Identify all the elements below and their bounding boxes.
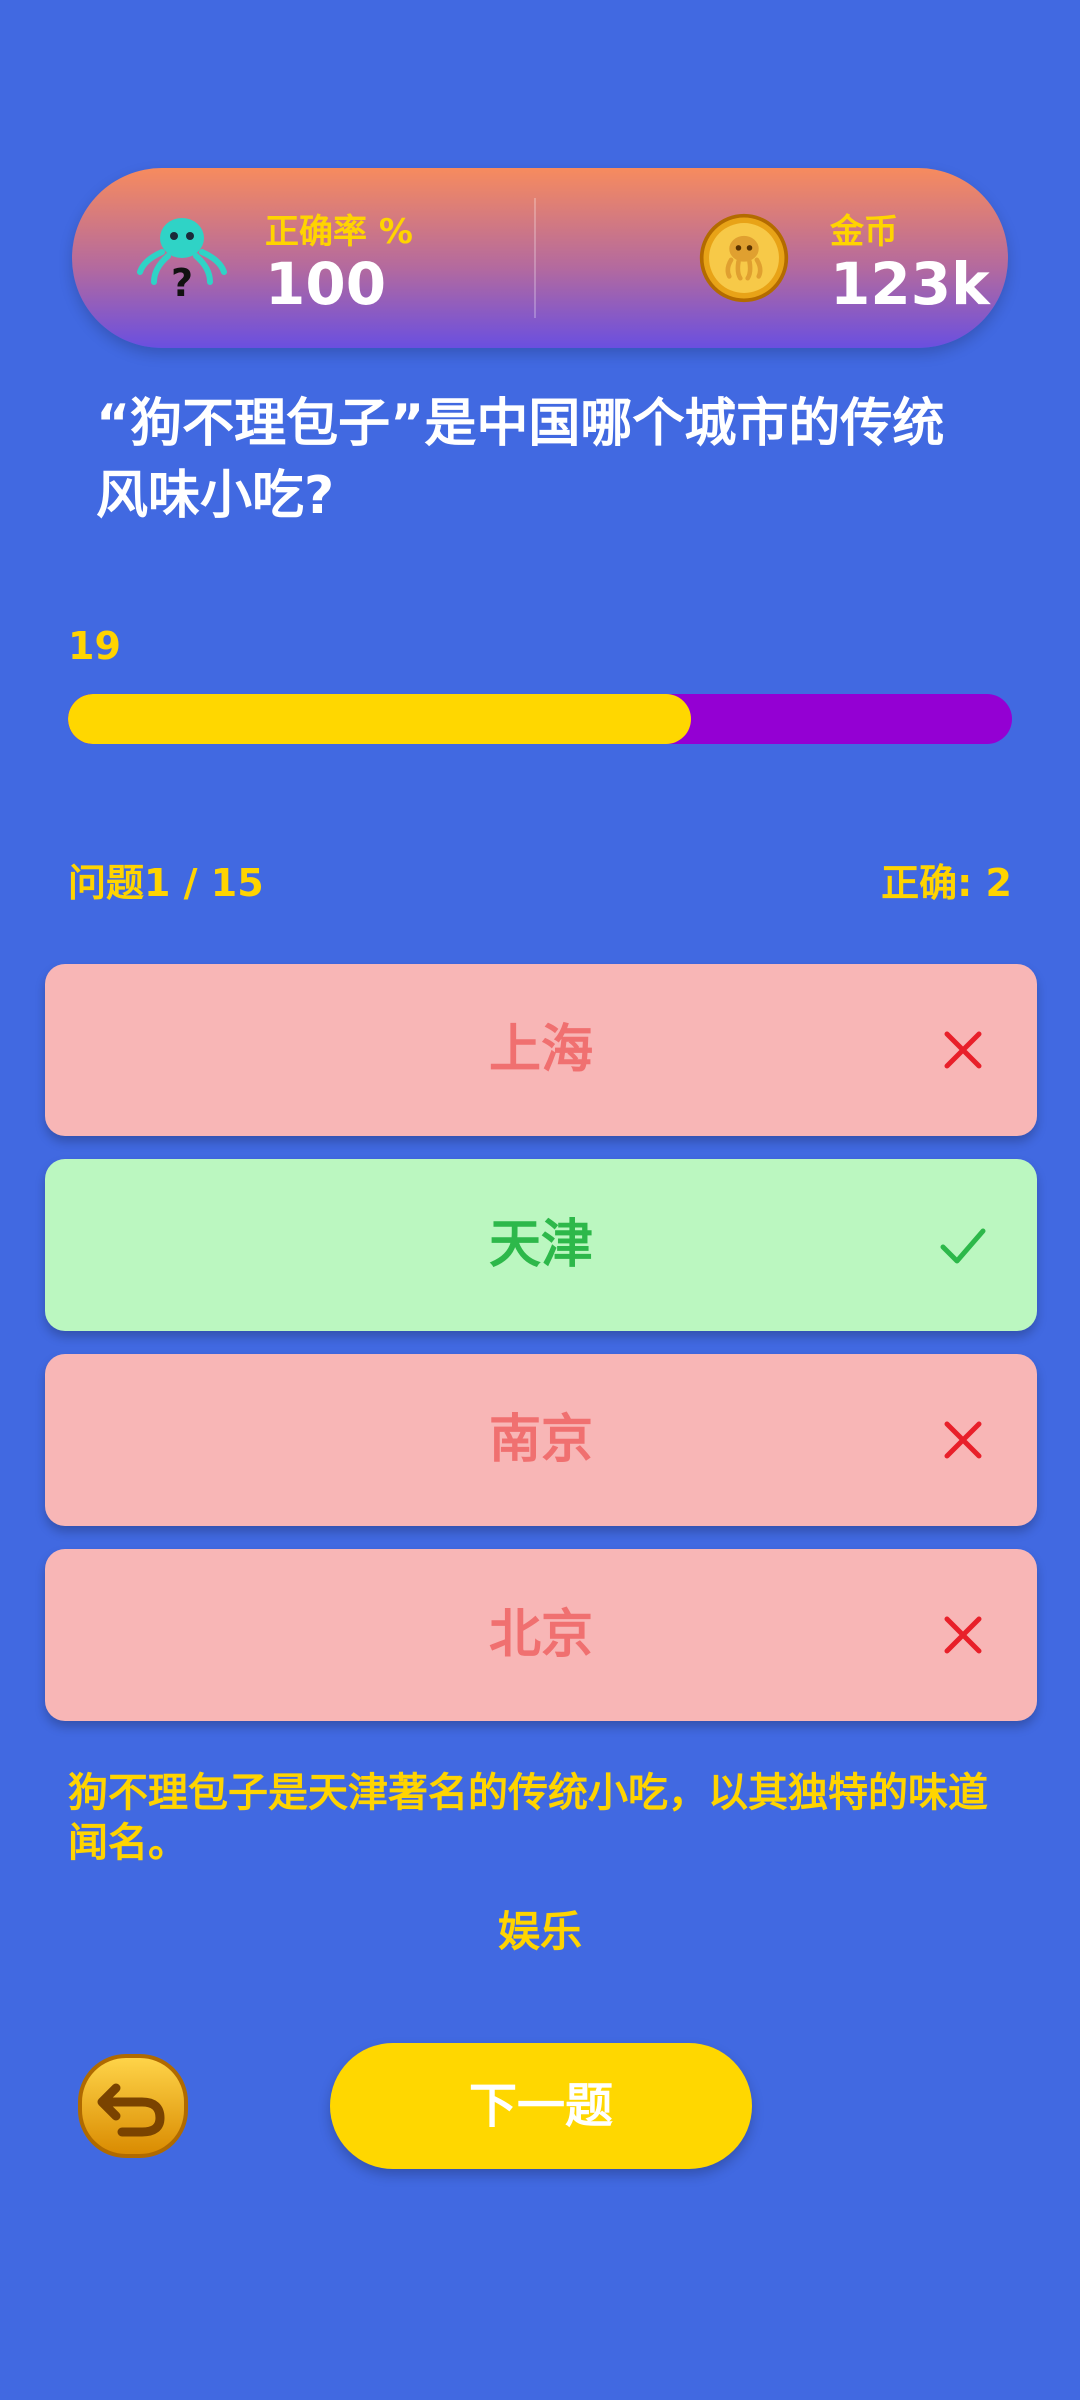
- timer-seconds: 19: [68, 624, 121, 668]
- correct-count: 正确: 2: [881, 861, 1012, 905]
- answer-label: 天津: [488, 1215, 593, 1275]
- accuracy-label: 正确率 %: [265, 212, 413, 252]
- answer-label: 上海: [488, 1020, 593, 1080]
- stats-card: ? 正确率 % 100 金币 123k: [72, 168, 1008, 348]
- cross-icon: [944, 1031, 982, 1069]
- question-progress: 问题1 / 15: [68, 861, 264, 905]
- timer-bar: [68, 694, 1012, 744]
- stats-divider: [534, 198, 536, 318]
- coins-label: 金币: [830, 212, 898, 252]
- cross-icon: [944, 1616, 982, 1654]
- coins-value: 123k: [830, 250, 990, 318]
- svg-text:?: ?: [171, 261, 193, 305]
- question-text: “狗不理包子”是中国哪个城市的传统风味小吃?: [96, 394, 945, 526]
- next-question-button[interactable]: 下一题: [330, 2043, 752, 2169]
- octopus-question-icon: ?: [137, 218, 227, 305]
- check-icon: [940, 1228, 986, 1264]
- octopus-coin-icon: [699, 213, 789, 303]
- category-label: 娱乐: [497, 1907, 582, 1956]
- answer-option-1[interactable]: 上海: [45, 964, 1037, 1136]
- back-arrow-icon[interactable]: [76, 2052, 190, 2160]
- answer-explanation: 狗不理包子是天津著名的传统小吃，以其独特的味道闻名。: [68, 1770, 988, 1866]
- timer-bar-fill: [68, 694, 692, 744]
- answer-option-3[interactable]: 南京: [45, 1354, 1037, 1526]
- cross-icon: [944, 1421, 982, 1459]
- answer-option-2[interactable]: 天津: [45, 1159, 1037, 1331]
- answer-label: 北京: [488, 1605, 593, 1665]
- answer-option-4[interactable]: 北京: [45, 1549, 1037, 1721]
- answer-label: 南京: [488, 1410, 593, 1470]
- accuracy-value: 100: [265, 250, 387, 318]
